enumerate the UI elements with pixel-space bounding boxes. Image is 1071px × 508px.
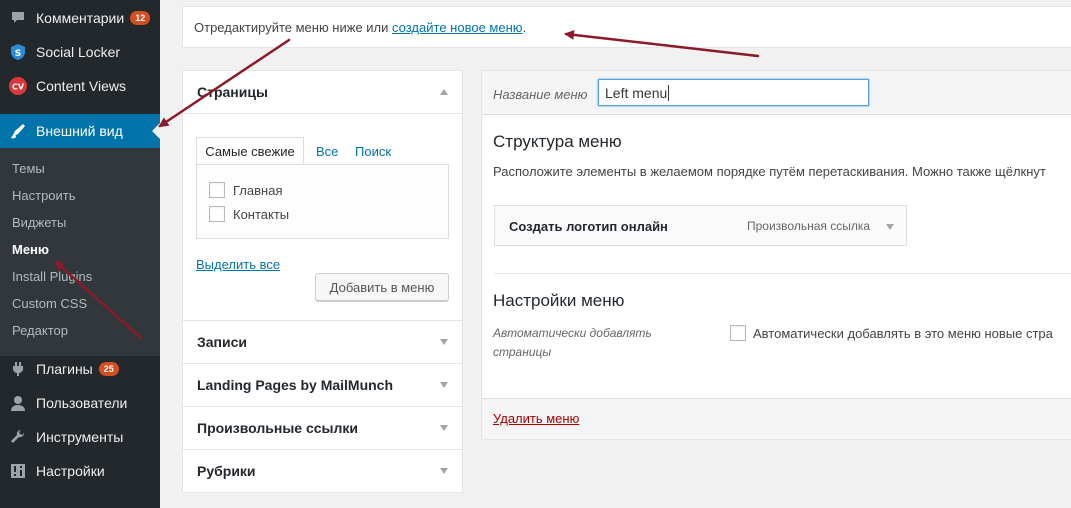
- accordion-categories[interactable]: Рубрики: [183, 449, 462, 492]
- shield-icon: S: [0, 43, 36, 61]
- submenu-item-widgets[interactable]: Виджеты: [12, 215, 66, 230]
- expand-arrow-icon: [440, 382, 448, 388]
- sidebar-item-label: Настройки: [36, 463, 105, 479]
- submenu-item-customize[interactable]: Настроить: [12, 188, 76, 203]
- sidebar-item-label: Инструменты: [36, 429, 124, 445]
- accordion-posts[interactable]: Записи: [183, 320, 462, 363]
- menu-edit-panel: [481, 70, 1071, 440]
- sidebar-item-label: Комментарии: [36, 10, 125, 26]
- comment-icon: [0, 10, 36, 26]
- accordion-pages-title: Страницы: [197, 84, 268, 100]
- text-caret: [668, 84, 670, 101]
- auto-add-pages-label: Автоматически добавлять страницы: [493, 326, 652, 359]
- plugins-count-badge: 25: [98, 362, 119, 376]
- auto-add-pages-text: Автоматически добавлять в это меню новые…: [753, 326, 1053, 341]
- expand-arrow-icon: [440, 339, 448, 345]
- cv-icon: CV: [0, 76, 36, 96]
- sidebar-item-tools[interactable]: Инструменты: [0, 420, 160, 454]
- accordion-custom-links[interactable]: Произвольные ссылки: [183, 406, 462, 449]
- submenu-item-themes[interactable]: Темы: [12, 161, 45, 176]
- notice-suffix: .: [522, 19, 527, 35]
- accordion-pages[interactable]: Страницы: [183, 71, 462, 114]
- edit-menu-notice: Отредактируйте меню ниже или создайте но…: [182, 6, 1071, 48]
- pages-list: Главная Контакты: [196, 164, 449, 239]
- menu-structure-title: Структура меню: [493, 132, 622, 151]
- sidebar-item-users[interactable]: Пользователи: [0, 386, 160, 420]
- comments-count-badge: 12: [130, 11, 151, 25]
- user-icon: [0, 395, 36, 411]
- expand-arrow-icon: [440, 468, 448, 474]
- page-checkbox[interactable]: [209, 182, 225, 198]
- list-item[interactable]: Контакты: [209, 206, 289, 222]
- page-checkbox[interactable]: [209, 206, 225, 222]
- sidebar-item-content-views[interactable]: CV Content Views: [0, 69, 160, 103]
- accordion-title: Landing Pages by MailMunch: [197, 377, 394, 393]
- paintbrush-icon: [0, 122, 36, 140]
- wrench-icon: [0, 429, 36, 445]
- accordion-title: Записи: [197, 334, 248, 350]
- tab-most-recent[interactable]: Самые свежие: [196, 137, 304, 165]
- menu-name-input[interactable]: Left menu: [598, 79, 869, 106]
- tab-search[interactable]: Поиск: [355, 144, 391, 159]
- sidebar-item-plugins[interactable]: Плагины 25: [0, 352, 160, 386]
- add-to-menu-button[interactable]: Добавить в меню: [315, 273, 449, 301]
- menu-item-expand-arrow-icon[interactable]: [886, 224, 894, 230]
- menu-settings-title: Настройки меню: [493, 291, 625, 310]
- settings-icon: [0, 463, 36, 479]
- auto-add-pages-checkbox[interactable]: [730, 325, 746, 341]
- create-new-menu-link[interactable]: создайте новое меню: [392, 20, 522, 35]
- sidebar-item-label: Плагины: [36, 361, 93, 377]
- menu-item-title: Создать логотип онлайн: [509, 219, 668, 234]
- select-all-link[interactable]: Выделить все: [196, 257, 280, 272]
- accordion-title: Произвольные ссылки: [197, 420, 358, 436]
- page-label: Главная: [233, 182, 283, 198]
- sidebar-item-label: Social Locker: [36, 44, 121, 60]
- appearance-submenu: Темы Настроить Виджеты Меню Install Plug…: [0, 148, 160, 356]
- menu-structure-description: Расположите элементы в желаемом порядке …: [493, 164, 1046, 179]
- menu-item-type: Произвольная ссылка: [747, 219, 871, 233]
- tab-view-all[interactable]: Все: [316, 144, 338, 159]
- collapse-arrow-icon: [440, 89, 448, 95]
- sidebar-item-label: Внешний вид: [36, 123, 123, 139]
- submenu-item-install-plugins[interactable]: Install Plugins: [12, 269, 92, 284]
- accordion-landing-pages[interactable]: Landing Pages by MailMunch: [183, 363, 462, 406]
- menu-name-label: Название меню: [493, 87, 588, 102]
- sidebar-item-label: Пользователи: [36, 395, 128, 411]
- sidebar-item-social-locker[interactable]: S Social Locker: [0, 35, 160, 69]
- page-label: Контакты: [233, 206, 290, 222]
- admin-sidebar: Комментарии 12 S Social Locker CV Conten…: [0, 0, 160, 508]
- sidebar-item-appearance[interactable]: Внешний вид: [0, 114, 160, 148]
- section-divider: [494, 273, 1071, 274]
- sidebar-item-label: Content Views: [36, 78, 127, 94]
- submenu-item-custom-css[interactable]: Custom CSS: [12, 296, 87, 311]
- notice-text: Отредактируйте меню ниже или: [194, 19, 389, 35]
- svg-text:CV: CV: [12, 83, 25, 92]
- plugin-icon: [0, 361, 36, 377]
- sidebar-item-comments[interactable]: Комментарии 12: [0, 1, 160, 35]
- accordion-title: Рубрики: [197, 463, 256, 479]
- submenu-item-editor[interactable]: Редактор: [12, 323, 68, 338]
- list-item[interactable]: Главная: [209, 182, 282, 198]
- expand-arrow-icon: [440, 425, 448, 431]
- svg-text:S: S: [15, 49, 21, 59]
- submenu-item-menus[interactable]: Меню: [12, 242, 49, 257]
- menu-name-value: Left menu: [605, 84, 668, 101]
- delete-menu-link[interactable]: Удалить меню: [493, 411, 579, 426]
- sidebar-item-settings[interactable]: Настройки: [0, 454, 160, 488]
